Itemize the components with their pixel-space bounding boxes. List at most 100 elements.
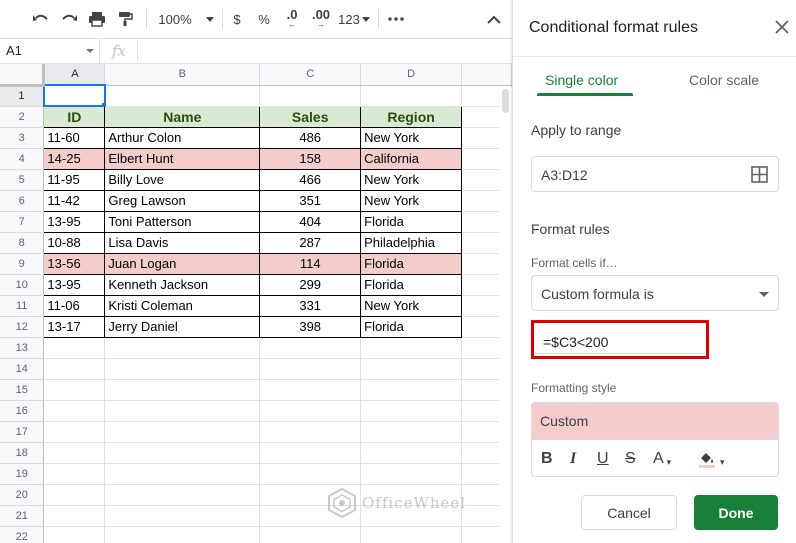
table-cell[interactable] xyxy=(104,337,261,359)
table-cell[interactable]: 114 xyxy=(259,252,362,275)
table-cell[interactable]: Florida xyxy=(360,252,463,275)
row-header[interactable]: 7 xyxy=(0,211,45,233)
table-cell[interactable] xyxy=(43,463,106,485)
table-cell[interactable]: 486 xyxy=(259,126,362,149)
currency-format-button[interactable]: $ xyxy=(228,8,246,30)
table-cell[interactable]: 13-17 xyxy=(43,315,106,338)
range-input[interactable]: A3:D12 xyxy=(531,156,779,192)
table-cell[interactable]: 351 xyxy=(259,189,362,212)
table-cell[interactable]: 14-25 xyxy=(43,147,106,170)
table-cell[interactable] xyxy=(104,421,261,443)
select-range-icon[interactable] xyxy=(751,166,768,183)
fill-color-button[interactable]: ▾ xyxy=(697,449,725,469)
table-cell[interactable]: Sales xyxy=(259,105,362,128)
table-cell[interactable]: Philadelphia xyxy=(360,231,463,254)
vertical-scrollbar[interactable] xyxy=(499,87,512,543)
table-cell[interactable]: 331 xyxy=(259,294,362,317)
table-cell[interactable]: 13-56 xyxy=(43,252,106,275)
table-cell[interactable] xyxy=(360,358,463,380)
table-cell[interactable] xyxy=(360,337,463,359)
table-cell[interactable]: 11-60 xyxy=(43,126,106,149)
table-cell[interactable]: Florida xyxy=(360,210,463,233)
table-cell[interactable]: New York xyxy=(360,294,463,317)
table-cell[interactable] xyxy=(43,358,106,380)
table-cell[interactable] xyxy=(360,379,463,401)
table-cell[interactable] xyxy=(360,442,463,464)
row-header[interactable]: 3 xyxy=(0,127,45,149)
table-cell[interactable] xyxy=(259,421,362,443)
table-cell[interactable]: 158 xyxy=(259,147,362,170)
select-all-corner[interactable] xyxy=(0,64,46,87)
table-cell[interactable]: 10-88 xyxy=(43,231,106,254)
table-cell[interactable]: 299 xyxy=(259,273,362,296)
row-header[interactable]: 16 xyxy=(0,400,45,422)
strikethrough-button[interactable]: S xyxy=(625,449,636,469)
row-header[interactable]: 11 xyxy=(0,295,45,317)
table-cell[interactable]: Greg Lawson xyxy=(104,189,261,212)
row-header[interactable]: 21 xyxy=(0,505,45,527)
row-header[interactable]: 2 xyxy=(0,106,45,128)
row-header[interactable]: 5 xyxy=(0,169,45,191)
redo-icon[interactable] xyxy=(58,8,80,30)
custom-formula-field[interactable]: =$C3<200 xyxy=(531,320,709,359)
table-cell[interactable] xyxy=(42,84,106,107)
paint-format-icon[interactable] xyxy=(114,8,136,30)
table-cell[interactable] xyxy=(43,505,106,527)
table-cell[interactable] xyxy=(360,463,463,485)
row-header[interactable]: 4 xyxy=(0,148,45,170)
table-cell[interactable] xyxy=(259,358,362,380)
table-cell[interactable] xyxy=(259,463,362,485)
table-cell[interactable] xyxy=(104,400,261,422)
row-header[interactable]: 20 xyxy=(0,484,45,506)
table-cell[interactable]: 13-95 xyxy=(43,273,106,296)
sheet-grid[interactable]: A B C D 1 2 ID Name Sales Region 3 11-60 Arthur … xyxy=(0,64,512,543)
underline-button[interactable]: U xyxy=(597,449,609,469)
row-header[interactable]: 12 xyxy=(0,316,45,338)
column-header-a[interactable]: A xyxy=(43,64,106,86)
fill-handle[interactable] xyxy=(100,102,103,104)
undo-icon[interactable] xyxy=(30,8,52,30)
table-cell[interactable]: 11-42 xyxy=(43,189,106,212)
table-cell[interactable] xyxy=(360,421,463,443)
table-cell[interactable] xyxy=(259,379,362,401)
more-formats-button[interactable]: 123 xyxy=(338,8,370,30)
bold-button[interactable]: B xyxy=(541,449,553,469)
table-cell[interactable] xyxy=(43,442,106,464)
row-header[interactable]: 1 xyxy=(0,85,45,107)
scrollbar-thumb[interactable] xyxy=(502,89,509,113)
table-cell[interactable]: New York xyxy=(360,126,463,149)
row-header[interactable]: 18 xyxy=(0,442,45,464)
table-cell[interactable] xyxy=(104,358,261,380)
table-cell[interactable]: Florida xyxy=(360,315,463,338)
row-header[interactable]: 9 xyxy=(0,253,45,275)
table-cell[interactable]: 398 xyxy=(259,315,362,338)
table-cell[interactable] xyxy=(104,463,261,485)
close-icon[interactable] xyxy=(775,20,791,36)
chevron-down-icon[interactable] xyxy=(86,49,94,53)
table-cell[interactable]: Toni Patterson xyxy=(104,210,261,233)
table-cell[interactable]: Billy Love xyxy=(104,168,261,191)
table-cell[interactable] xyxy=(104,505,261,527)
table-cell[interactable]: Juan Logan xyxy=(104,252,261,275)
row-header[interactable]: 17 xyxy=(0,421,45,443)
more-options-icon[interactable] xyxy=(386,8,406,30)
custom-formula-input[interactable]: =$C3<200 xyxy=(536,325,704,354)
table-cell[interactable]: 404 xyxy=(259,210,362,233)
increase-decimal-button[interactable]: .00 → xyxy=(309,8,333,30)
row-header[interactable]: 19 xyxy=(0,463,45,485)
table-cell[interactable] xyxy=(104,526,261,543)
table-cell[interactable] xyxy=(43,337,106,359)
tab-single-color[interactable]: Single color xyxy=(545,72,618,88)
name-box[interactable]: A1 xyxy=(0,39,100,63)
print-icon[interactable] xyxy=(86,8,108,30)
row-header[interactable]: 22 xyxy=(0,526,45,543)
table-cell[interactable]: California xyxy=(360,147,463,170)
column-header-c[interactable]: C xyxy=(259,64,362,86)
table-cell[interactable]: Lisa Davis xyxy=(104,231,261,254)
row-header[interactable]: 14 xyxy=(0,358,45,380)
table-cell[interactable]: Elbert Hunt xyxy=(104,147,261,170)
table-cell[interactable]: 466 xyxy=(259,168,362,191)
table-cell[interactable] xyxy=(360,400,463,422)
table-cell[interactable] xyxy=(104,484,261,506)
table-cell[interactable] xyxy=(259,337,362,359)
